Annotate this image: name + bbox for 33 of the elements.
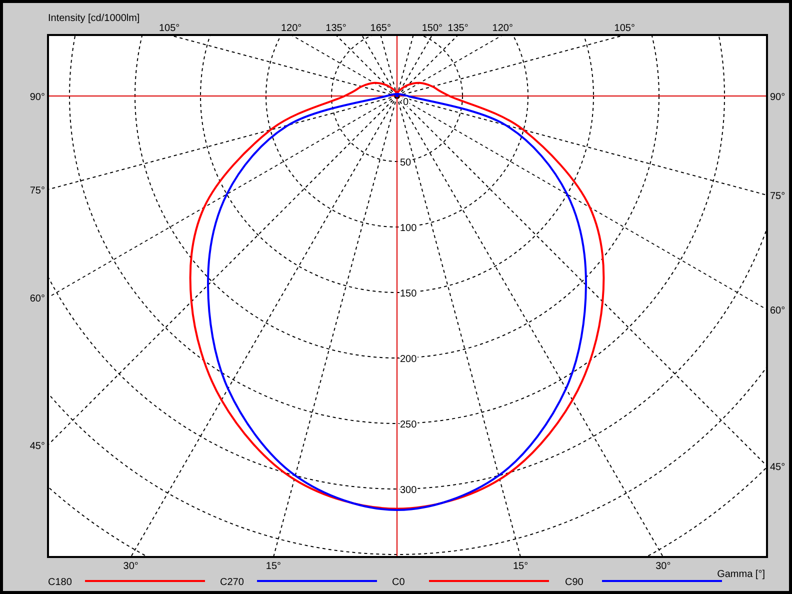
legend-label: C270	[220, 577, 244, 588]
gamma-angle-label: 45°	[30, 441, 45, 452]
gamma-angle-label: 30°	[656, 561, 671, 572]
gamma-angle-label: 135°	[326, 23, 346, 34]
gamma-angle-label: 15°	[512, 561, 528, 572]
gamma-angle-label: 90°	[30, 92, 45, 103]
intensity-tick-label: 300	[400, 485, 417, 496]
intensity-tick-label: 50	[400, 158, 412, 168]
legend-label: C0	[392, 577, 405, 588]
gamma-angle-label: 120°	[492, 23, 513, 34]
y-axis-title: Intensity [cd/1000lm]	[48, 13, 140, 24]
gamma-angle-label: 135°	[448, 23, 468, 34]
gamma-angle-label: 15°	[266, 561, 282, 572]
gamma-angle-label: 30°	[123, 561, 138, 572]
intensity-tick-label: 200	[400, 354, 417, 365]
intensity-tick-label: 100	[400, 223, 417, 234]
x-axis-title: Gamma [°]	[717, 569, 765, 580]
gamma-angle-label: 105°	[159, 23, 180, 34]
gamma-angle-label: 165°	[370, 23, 391, 34]
gamma-angle-label: 120°	[281, 23, 302, 34]
gamma-angle-label: 45°	[770, 462, 786, 473]
gamma-angle-label: 90°	[770, 92, 786, 103]
gamma-angle-label: 60°	[30, 294, 45, 304]
gamma-angle-label: 105°	[614, 23, 635, 34]
legend-label: C90	[565, 577, 584, 588]
gamma-angle-label: 150°	[422, 23, 443, 34]
intensity-tick-label: 150	[400, 288, 417, 300]
legend-label: C180	[48, 577, 72, 588]
gamma-angle-label: 75°	[770, 191, 786, 202]
intensity-tick-label: 250	[400, 420, 417, 430]
gamma-angle-label: 60°	[770, 306, 786, 317]
gamma-angle-label: 75°	[30, 186, 45, 197]
intensity-tick-label: 0	[403, 97, 409, 108]
